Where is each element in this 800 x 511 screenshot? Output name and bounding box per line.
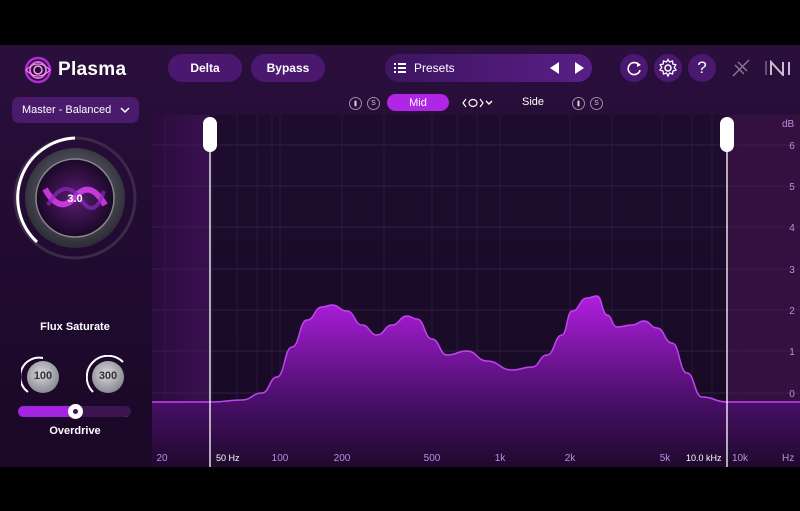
low-cut-value: 50 Hz [216,453,240,463]
freq-tick-label: 20 [156,453,168,464]
preset-dropdown-value: Master - Balanced [22,104,112,116]
flux-saturate-value: 3.0 [67,193,83,205]
db-tick-label: 2 [789,306,795,317]
side-button[interactable]: Side [522,96,544,108]
spectrum-display[interactable]: 6 5 4 3 2 1 0 20 100 200 500 1k 2k 5k 10k dB Hz 50 Hz… [152,115,800,467]
previous-preset-icon[interactable] [550,62,560,74]
freq-tick-label: 10k [732,453,749,464]
high-cut-value: 10.0 kHz [686,453,722,463]
settings-button[interactable] [654,54,682,82]
attack-value: 100 [33,370,53,382]
overdrive-fill [18,406,75,417]
list-icon [394,63,406,73]
overdrive-label: Overdrive [49,425,101,437]
native-instruments-logo-icon [765,60,790,76]
side-listen-icon[interactable] [572,97,585,110]
low-cut-handle[interactable] [203,117,217,152]
db-tick-label: 5 [789,182,795,193]
delta-button[interactable]: Delta [168,54,242,82]
refresh-icon [627,61,641,76]
release-value: 300 [98,370,118,382]
db-unit-label: dB [782,119,795,130]
db-tick-label: 6 [789,141,795,152]
plasma-logo-icon [24,56,52,84]
db-tick-label: 4 [789,223,795,234]
presets-label: Presets [414,61,455,75]
header: Plasma Delta Bypass Presets ? [0,45,800,93]
bypass-button[interactable]: Bypass [251,54,325,82]
help-button[interactable]: ? [688,54,716,82]
freq-tick-label: 2k [565,453,577,464]
app-name: Plasma [58,59,127,80]
logo: Plasma [24,56,126,84]
plasma-window: Plasma Delta Bypass Presets ? S Mid Side… [0,45,800,467]
izotope-logo-icon [732,59,750,77]
preset-dropdown[interactable]: Master - Balanced [12,97,139,123]
overdrive-slider[interactable] [18,404,131,419]
mid-button[interactable]: Mid [387,94,449,111]
control-panel: Master - Balanced 3.0 Flux Saturate 100 … [0,93,152,467]
db-tick-label: 1 [789,347,795,358]
mid-solo-button[interactable]: S [367,97,380,110]
chevron-down-icon [120,107,130,114]
freq-tick-label: 500 [424,453,441,464]
overdrive-thumb[interactable] [67,404,83,419]
reset-button[interactable] [620,54,648,82]
freq-tick-label: 100 [272,453,289,464]
mid-listen-icon[interactable] [349,97,362,110]
flux-saturate-label: Flux Saturate [40,321,110,333]
link-mid-side-icon[interactable] [462,97,494,109]
side-solo-button[interactable]: S [590,97,603,110]
freq-tick-label: 1k [495,453,507,464]
db-tick-label: 0 [789,389,795,400]
next-preset-icon[interactable] [575,62,585,74]
freq-tick-label: 200 [334,453,351,464]
db-tick-label: 3 [789,265,795,276]
high-cut-handle[interactable] [720,117,734,152]
gear-icon [658,58,678,78]
presets-bar[interactable]: Presets [385,54,592,82]
spectrum-graph: 6 5 4 3 2 1 0 20 100 200 500 1k 2k 5k 10k dB Hz 50 Hz… [152,115,800,467]
freq-tick-label: 5k [660,453,672,464]
hz-unit-label: Hz [782,453,794,464]
